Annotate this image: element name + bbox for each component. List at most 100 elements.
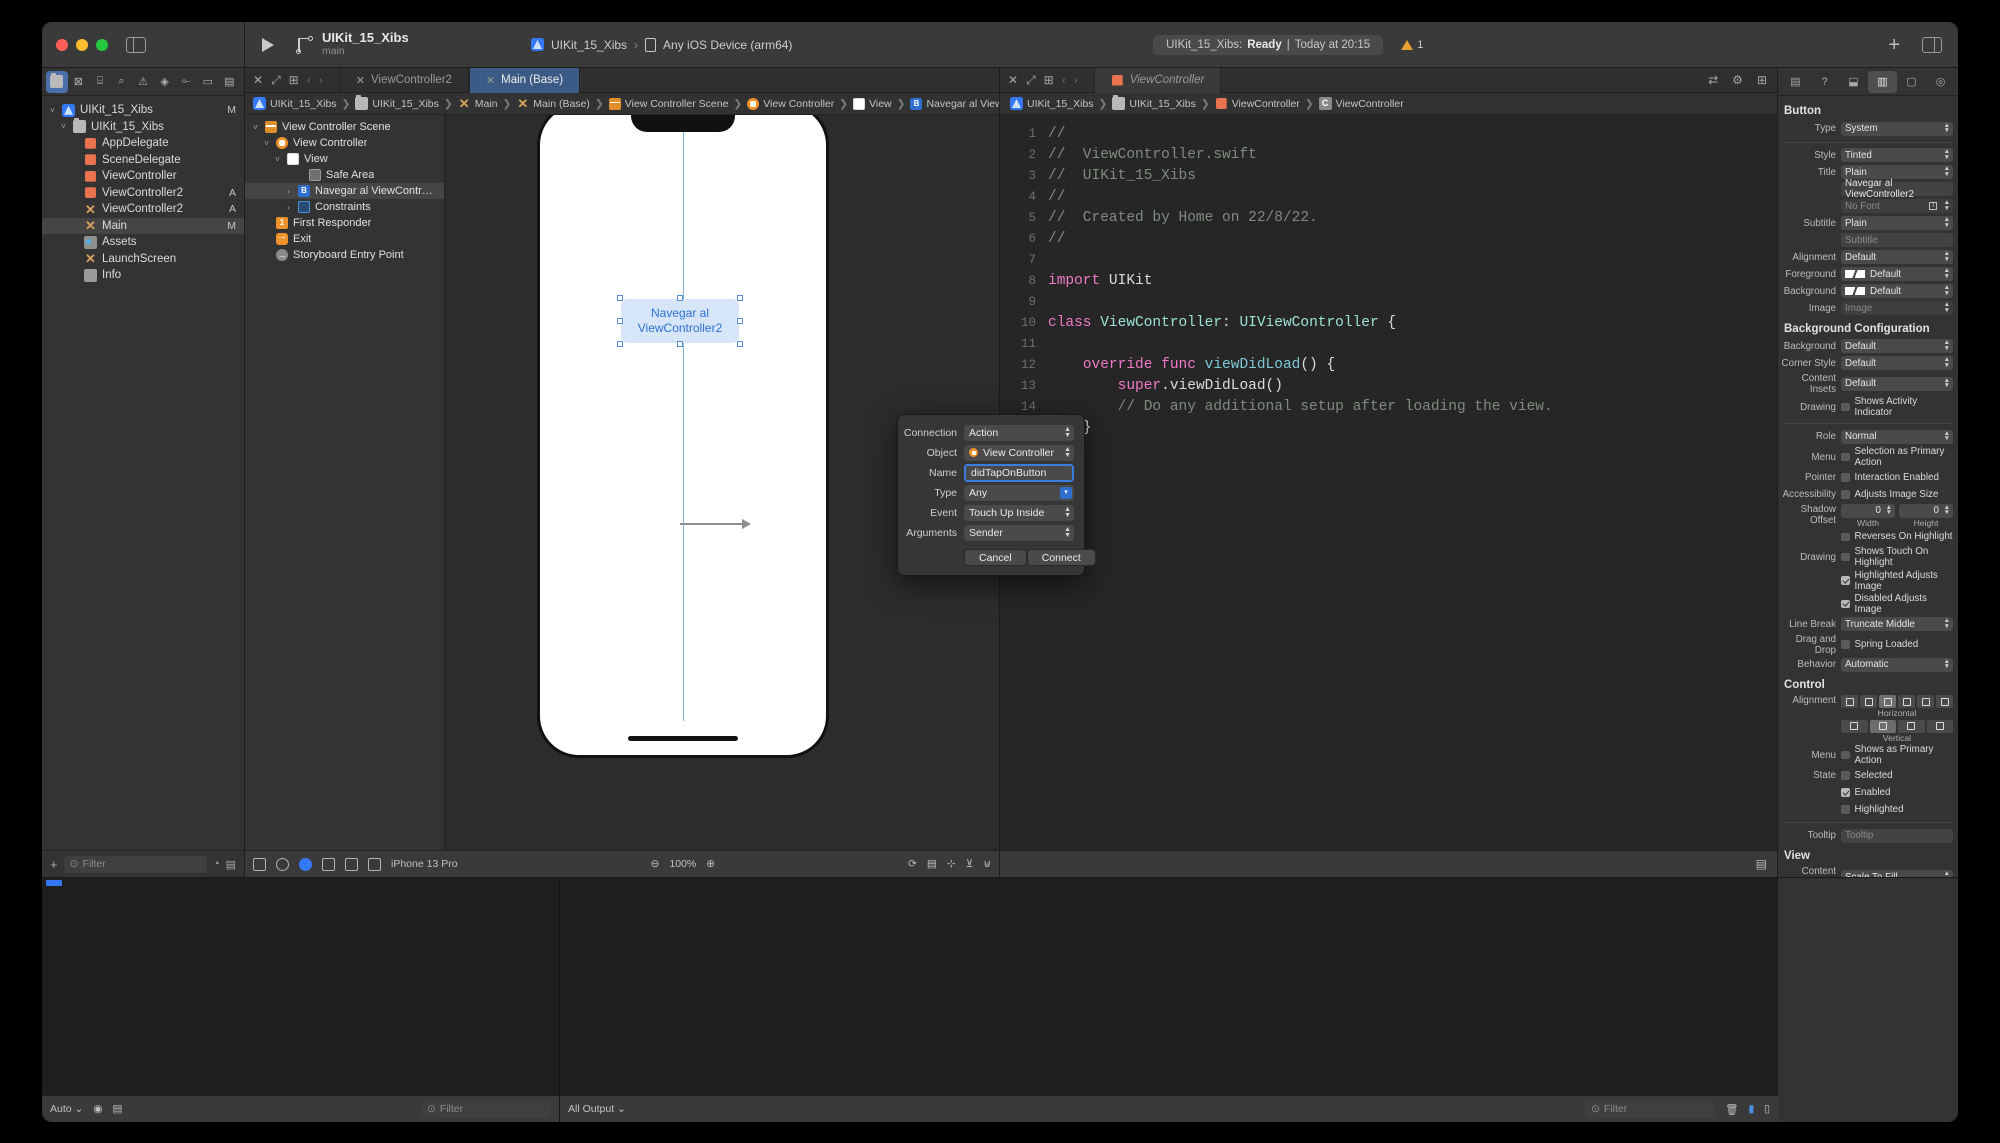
device-canvas-iphone[interactable]: Navegar al ViewController2 [537, 115, 829, 758]
embed-icon[interactable]: ▤ [927, 858, 937, 870]
segment-5[interactable] [1936, 695, 1953, 708]
code-addeditor-icon[interactable]: ⊞ [1757, 74, 1777, 86]
disclosure-triangle-icon[interactable]: ˅ [273, 155, 282, 164]
align-icon[interactable]: ⊹ [947, 858, 956, 870]
code-minimap-icon[interactable]: ⇄ [1708, 74, 1724, 86]
forward-icon[interactable]: › [319, 74, 323, 86]
code-line[interactable]: 6 // [1000, 228, 1777, 249]
navigator-item-viewcontroller2[interactable]: ViewController2 A [42, 185, 244, 202]
navigator-item-scenedelegate[interactable]: SceneDelegate [42, 152, 244, 169]
filter-scope-icon[interactable]: ▤ [226, 858, 236, 871]
stepper-arrows-icon[interactable]: ▲▼ [1944, 870, 1950, 877]
add-constraints-icon[interactable]: ⊻ [966, 858, 974, 870]
attributes-inspector-content[interactable]: Button Type System ▲ ▼ Style Tinted ▲ ▼ Title Plai… [1778, 96, 1958, 877]
inspector-popup-title[interactable]: Plain ▲ ▼ [1841, 165, 1953, 180]
stepper-arrows-icon[interactable]: ▲▼ [1944, 251, 1950, 263]
segment-1[interactable] [1860, 695, 1877, 708]
inspector-text-tooltip[interactable]: Tooltip [1841, 828, 1953, 843]
console-split-right-icon[interactable]: ▯ [1764, 1103, 1770, 1115]
ib-breadcrumb[interactable]: UIKit_15_Xibs ❯ UIKit_15_Xibs ❯ ✕ Main ❯ ✕ Main … [245, 93, 999, 115]
code-line[interactable]: } [1000, 459, 1777, 480]
code-line[interactable]: 13 super.viewDidLoad() [1000, 375, 1777, 396]
popup-arrows-icon[interactable]: ▲ ▼ [1064, 446, 1071, 459]
disclosure-triangle-icon[interactable]: › [284, 187, 293, 196]
connection-field-connection[interactable]: Action ▲ ▼ [964, 424, 1074, 441]
add-editor-button[interactable]: + [1888, 35, 1900, 55]
inspector-popup-line-break[interactable]: Truncate Middle ▲ ▼ [1841, 617, 1953, 632]
appearance-icon[interactable] [276, 857, 289, 871]
resize-handle-tr[interactable] [737, 295, 743, 301]
variables-list[interactable] [42, 887, 559, 1095]
disclosure-triangle-icon[interactable]: ˅ [48, 106, 57, 115]
inspector-tabbar[interactable]: ▤ ? ⬓ ▥ ▢ ◎ [1778, 68, 1958, 96]
connect-button[interactable]: Connect [1026, 549, 1096, 566]
color-swatch[interactable] [1845, 287, 1865, 296]
stepper-arrows-icon[interactable]: ▲▼ [1944, 357, 1950, 369]
stepper-arrows-icon[interactable]: ▲▼ [1944, 658, 1950, 670]
disclosure-triangle-icon[interactable]: ˅ [262, 139, 271, 148]
outline-item-constraints[interactable]: › Constraints [245, 199, 444, 215]
disclosure-triangle-icon[interactable]: ˅ [251, 123, 260, 132]
expand-editor-icon[interactable]: ⤢ [1026, 74, 1036, 86]
tab-close-icon[interactable]: ✕ [486, 74, 495, 87]
inspector-checkbox-shows-touch-on-highlight[interactable]: Shows Touch On Highlight [1841, 546, 1953, 568]
stepper-arrows-icon[interactable]: ▲▼ [1944, 377, 1950, 389]
inspector-popup-subtitle[interactable]: Plain ▲ ▼ [1841, 216, 1953, 231]
checkbox[interactable] [1841, 750, 1850, 760]
console-filter-input[interactable]: ⊙ Filter [1585, 1100, 1716, 1118]
popup-arrows-icon[interactable]: ▲ ▼ [1064, 506, 1071, 519]
outline-item-safe-area[interactable]: Safe Area [245, 167, 444, 183]
connection-field-arguments[interactable]: Sender ▲ ▼ [964, 524, 1074, 541]
breadcrumb-item-navegar-al-viewcontroller2[interactable]: BNavegar al ViewController2 [910, 97, 999, 110]
code-line[interactable] [1000, 438, 1777, 459]
editor-options-icon[interactable]: ⊞ [289, 74, 299, 86]
connection-dialog[interactable]: Connection Action ▲ ▼ Object View Controller ▲… [897, 414, 1096, 576]
inspector-popup-content-mode[interactable]: Scale To Fill ▲▼ [1841, 870, 1953, 877]
source-code-area[interactable]: 1 // 2 // ViewController.swift 3 // UIKit_15_… [1000, 115, 1777, 850]
inspector-popup-image[interactable]: Image ▲ ▼ [1841, 301, 1953, 316]
code-line[interactable]: 8 import UIKit [1000, 270, 1777, 291]
inspector-input-height[interactable]: 0 ▲ ▼ [1899, 503, 1953, 518]
breadcrumb-item-uikit-15-xibs[interactable]: UIKit_15_Xibs [1112, 95, 1196, 110]
inspector-checkbox-highlighted[interactable]: Highlighted [1841, 802, 1953, 816]
stepper-arrows-icon[interactable]: ▲▼ [1944, 122, 1950, 134]
device-size-icon[interactable] [368, 857, 381, 871]
inspector-popup-alignment[interactable]: Default ▲ ▼ [1841, 250, 1953, 265]
segment-1[interactable] [1869, 719, 1896, 733]
inspector-text-subtitle[interactable]: Subtitle [1841, 233, 1953, 248]
inspector-color-foreground[interactable]: Default ▲ ▼ [1841, 267, 1953, 282]
checkbox[interactable] [1841, 452, 1850, 462]
navigator-item-uikit-15-xibs[interactable]: ˅ UIKit_15_Xibs [42, 118, 244, 136]
segment-0[interactable] [1841, 719, 1868, 733]
checkbox[interactable] [1841, 788, 1850, 797]
inspector-popup-role[interactable]: Normal ▲ ▼ [1841, 429, 1953, 444]
code-line[interactable]: 12 override func viewDidLoad() { [1000, 354, 1777, 375]
resize-handle-ml[interactable] [617, 318, 623, 324]
split-icon[interactable] [345, 857, 358, 871]
breadcrumb-item-uikit-15-xibs[interactable]: UIKit_15_Xibs [355, 95, 439, 110]
segmented-control[interactable] [1841, 719, 1953, 733]
breadcrumb-item-viewcontroller[interactable]: ViewController [1215, 97, 1300, 110]
code-line[interactable]: 1 // [1000, 123, 1777, 144]
inspector-checkbox-disabled-adjusts-image[interactable]: Disabled Adjusts Image [1841, 593, 1953, 615]
breadcrumb-item-view-controller[interactable]: View Controller [747, 97, 834, 110]
inspector-tab-file[interactable]: ▤ [1781, 71, 1810, 93]
warning-badge[interactable]: 1 [1401, 39, 1423, 51]
popup-arrows-icon[interactable]: ▲ ▼ [1064, 526, 1071, 539]
inspector-checkbox-selected[interactable]: Selected [1841, 768, 1953, 782]
update-frames-icon[interactable]: ⟳ [908, 858, 917, 870]
inspector-tab-size[interactable]: ▢ [1897, 71, 1926, 93]
font-picker-icon[interactable]: T [1929, 202, 1937, 211]
back-icon[interactable]: ‹ [1062, 74, 1066, 86]
breadcrumb-item-viewcontroller[interactable]: C ViewController [1318, 97, 1404, 110]
stepper-arrows-icon[interactable]: ▲▼ [1944, 200, 1950, 212]
variables-list-icon[interactable]: ▤ [113, 1103, 123, 1115]
add-file-icon[interactable]: + [50, 857, 58, 872]
outline-item-storyboard-entry-point[interactable]: → Storyboard Entry Point [245, 247, 444, 263]
variables-scope-selector[interactable]: Auto ⌄ [50, 1103, 83, 1115]
navigator-item-viewcontroller2[interactable]: ✕ ViewController2 A [42, 201, 244, 218]
disclosure-triangle-icon[interactable]: ˅ [59, 122, 68, 131]
popup-arrows-icon[interactable]: ▲ ▼ [1064, 426, 1071, 439]
inspector-text-navegar-al-viewcontroller2[interactable]: Navegar al ViewController2 [1841, 178, 1953, 200]
inspector-popup-type[interactable]: System ▲ ▼ [1841, 121, 1953, 136]
